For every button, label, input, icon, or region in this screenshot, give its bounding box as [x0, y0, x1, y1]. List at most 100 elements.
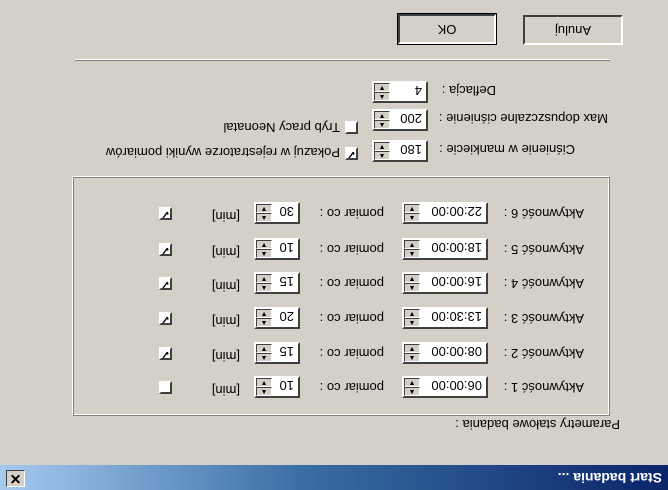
cuff-pressure-field[interactable]: 180 ▲ ▼	[372, 140, 428, 162]
spin-up-icon[interactable]: ▲	[374, 151, 390, 160]
show-results-label: Pokazuj w rejestratorze wyniki pomiarów	[105, 145, 340, 160]
activity-label: Aktywność 4 :	[503, 276, 584, 291]
spin-up-icon[interactable]: ▲	[256, 387, 272, 396]
activity-enabled-checkbox[interactable]: ✓	[159, 277, 172, 290]
measure-label: pomiar co :	[319, 206, 384, 221]
spin-down-icon[interactable]: ▼	[374, 83, 390, 92]
activity-time-field[interactable]: 16:00:00 ▲ ▼	[402, 272, 488, 294]
activity-interval-field[interactable]: 15 ▲ ▼	[254, 342, 300, 364]
activity-interval-spinner[interactable]: ▲ ▼	[256, 378, 272, 396]
activity-time-value: 22:00:00	[431, 204, 482, 219]
close-button[interactable]: ✕	[6, 470, 25, 487]
activity-interval-field[interactable]: 15 ▲ ▼	[254, 272, 300, 294]
cuff-pressure-value: 180	[400, 142, 422, 157]
spin-up-icon[interactable]: ▲	[404, 283, 420, 292]
activity-label: Aktywność 3 :	[503, 311, 584, 326]
activity-label: Aktywność 6 :	[503, 206, 584, 221]
activity-interval-spinner[interactable]: ▲ ▼	[256, 204, 272, 222]
spin-up-icon[interactable]: ▲	[404, 249, 420, 258]
activity-interval-value: 15	[279, 274, 294, 289]
deflation-spinner[interactable]: ▲ ▼	[374, 83, 390, 101]
activity-label: Aktywność 5 :	[503, 242, 584, 257]
activity-time-spinner[interactable]: ▲ ▼	[404, 274, 420, 292]
spin-down-icon[interactable]: ▼	[404, 378, 420, 387]
activity-label: Aktywność 2 :	[503, 346, 584, 361]
activity-enabled-checkbox[interactable]: ✓	[159, 207, 172, 220]
max-pressure-label: Max dopuszczalne ciśnienie :	[438, 111, 608, 126]
spin-down-icon[interactable]: ▼	[256, 204, 272, 213]
spin-down-icon[interactable]: ▼	[256, 378, 272, 387]
spin-up-icon[interactable]: ▲	[404, 387, 420, 396]
spin-down-icon[interactable]: ▼	[256, 240, 272, 249]
spin-up-icon[interactable]: ▲	[404, 213, 420, 222]
title-bar: Start badania ... ✕	[0, 465, 668, 490]
spin-down-icon[interactable]: ▼	[404, 240, 420, 249]
spin-up-icon[interactable]: ▲	[256, 318, 272, 327]
neonatal-label: Tryb pracy Neonatal	[223, 120, 340, 135]
activity-interval-field[interactable]: 10 ▲ ▼	[254, 376, 300, 398]
activity-interval-field[interactable]: 30 ▲ ▼	[254, 202, 300, 224]
activity-enabled-checkbox[interactable]: ✓	[159, 243, 172, 256]
check-mark-icon: ✓	[160, 244, 170, 256]
spin-up-icon[interactable]: ▲	[404, 318, 420, 327]
max-pressure-value: 200	[400, 111, 422, 126]
spin-up-icon[interactable]: ▲	[256, 353, 272, 362]
max-pressure-field[interactable]: 200 ▲ ▼	[372, 109, 428, 131]
activity-time-spinner[interactable]: ▲ ▼	[404, 240, 420, 258]
activity-time-spinner[interactable]: ▲ ▼	[404, 378, 420, 396]
activity-time-spinner[interactable]: ▲ ▼	[404, 309, 420, 327]
activity-time-field[interactable]: 06:00:00 ▲ ▼	[402, 376, 488, 398]
activity-time-field[interactable]: 08:00:00 ▲ ▼	[402, 342, 488, 364]
unit-label: [min]	[211, 209, 240, 224]
activity-interval-spinner[interactable]: ▲ ▼	[256, 240, 272, 258]
activity-time-field[interactable]: 18:00:00 ▲ ▼	[402, 238, 488, 260]
activity-interval-value: 20	[279, 309, 294, 324]
activity-time-field[interactable]: 22:00:00 ▲ ▼	[402, 202, 488, 224]
activity-enabled-checkbox[interactable]: ✓	[159, 347, 172, 360]
cuff-pressure-spinner[interactable]: ▲ ▼	[374, 142, 390, 160]
activity-interval-spinner[interactable]: ▲ ▼	[256, 274, 272, 292]
spin-down-icon[interactable]: ▼	[404, 309, 420, 318]
spin-up-icon[interactable]: ▲	[374, 92, 390, 101]
spin-down-icon[interactable]: ▼	[374, 142, 390, 151]
measure-label: pomiar co :	[319, 276, 384, 291]
cuff-pressure-label: Ciśnienie w mankiecie :	[439, 142, 575, 157]
ok-button[interactable]: OK	[397, 13, 497, 45]
activity-time-field[interactable]: 13:30:00 ▲ ▼	[402, 307, 488, 329]
spin-down-icon[interactable]: ▼	[374, 111, 390, 120]
activity-interval-field[interactable]: 20 ▲ ▼	[254, 307, 300, 329]
separator	[75, 59, 610, 61]
deflation-field[interactable]: 4 ▲ ▼	[372, 81, 428, 103]
spin-up-icon[interactable]: ▲	[374, 120, 390, 129]
activity-enabled-checkbox[interactable]	[159, 381, 172, 394]
spin-down-icon[interactable]: ▼	[256, 274, 272, 283]
neonatal-checkbox[interactable]	[345, 121, 358, 134]
show-results-checkbox[interactable]: ✓	[345, 147, 358, 160]
activity-time-value: 16:00:00	[431, 274, 482, 289]
max-pressure-spinner[interactable]: ▲ ▼	[374, 111, 390, 129]
measure-label: pomiar co :	[319, 346, 384, 361]
spin-down-icon[interactable]: ▼	[404, 204, 420, 213]
deflation-label: Deflacja :	[441, 83, 496, 98]
spin-up-icon[interactable]: ▲	[256, 213, 272, 222]
spin-down-icon[interactable]: ▼	[256, 309, 272, 318]
spin-down-icon[interactable]: ▼	[256, 344, 272, 353]
measure-label: pomiar co :	[319, 380, 384, 395]
spin-up-icon[interactable]: ▲	[404, 353, 420, 362]
activity-interval-spinner[interactable]: ▲ ▼	[256, 309, 272, 327]
spin-down-icon[interactable]: ▼	[404, 344, 420, 353]
activity-interval-field[interactable]: 10 ▲ ▼	[254, 238, 300, 260]
activity-enabled-checkbox[interactable]: ✓	[159, 312, 172, 325]
unit-label: [min]	[211, 349, 240, 364]
dialog-window: Start badania ... ✕ Parametry stałowe ba…	[0, 0, 668, 490]
spin-up-icon[interactable]: ▲	[256, 249, 272, 258]
check-mark-icon: ✓	[346, 148, 356, 160]
unit-label: [min]	[211, 279, 240, 294]
spin-up-icon[interactable]: ▲	[256, 283, 272, 292]
cancel-button[interactable]: Anuluj	[523, 15, 623, 45]
group-label: Parametry stałowe badania :	[455, 417, 620, 432]
activity-interval-spinner[interactable]: ▲ ▼	[256, 344, 272, 362]
activity-time-spinner[interactable]: ▲ ▼	[404, 344, 420, 362]
spin-down-icon[interactable]: ▼	[404, 274, 420, 283]
activity-time-spinner[interactable]: ▲ ▼	[404, 204, 420, 222]
